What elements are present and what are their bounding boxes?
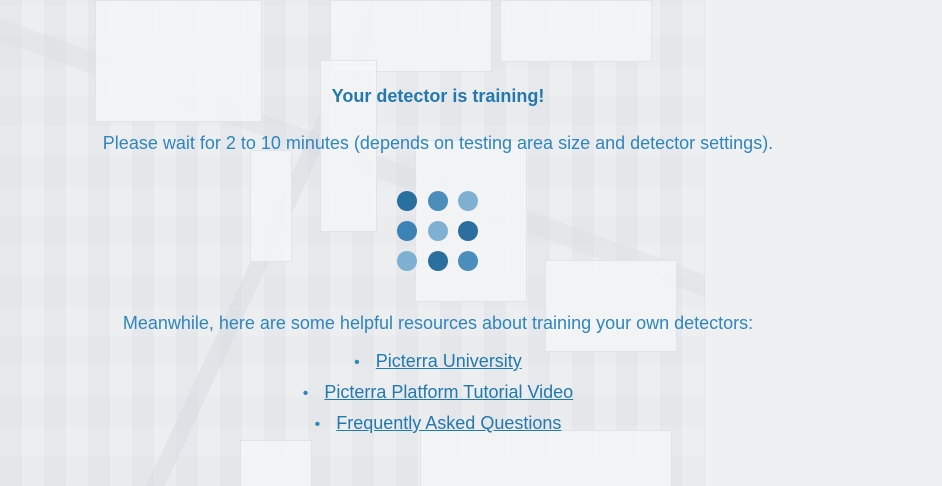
training-page: Your detector is training! Please wait f… [0,0,942,486]
list-item: • Frequently Asked Questions [0,408,876,439]
spinner-dot [458,221,478,241]
training-content: Your detector is training! Please wait f… [0,0,876,486]
bullet-icon: • [314,416,321,433]
spinner-dot [458,251,478,271]
page-title: Your detector is training! [331,86,545,106]
spinner-dot [428,251,448,271]
link-faq[interactable]: Frequently Asked Questions [336,413,561,433]
spinner-dot [397,251,417,271]
resources-intro: Meanwhile, here are some helpful resourc… [122,313,754,333]
spinner-dot [428,191,448,211]
link-tutorial-video[interactable]: Picterra Platform Tutorial Video [324,382,573,402]
spinner-dot [428,221,448,241]
link-picterra-university[interactable]: Picterra University [376,351,522,371]
bullet-icon: • [302,385,309,402]
list-item: • Picterra University [0,346,876,377]
spinner-dot [397,221,417,241]
resources-list: • Picterra University • Picterra Platform … [0,346,876,439]
list-item: • Picterra Platform Tutorial Video [0,377,876,408]
loading-dots-grid-icon [396,190,480,274]
spinner-dot [397,191,417,211]
wait-message: Please wait for 2 to 10 minutes (depends… [102,133,774,153]
spinner-dot [458,191,478,211]
bullet-icon: • [354,354,360,371]
